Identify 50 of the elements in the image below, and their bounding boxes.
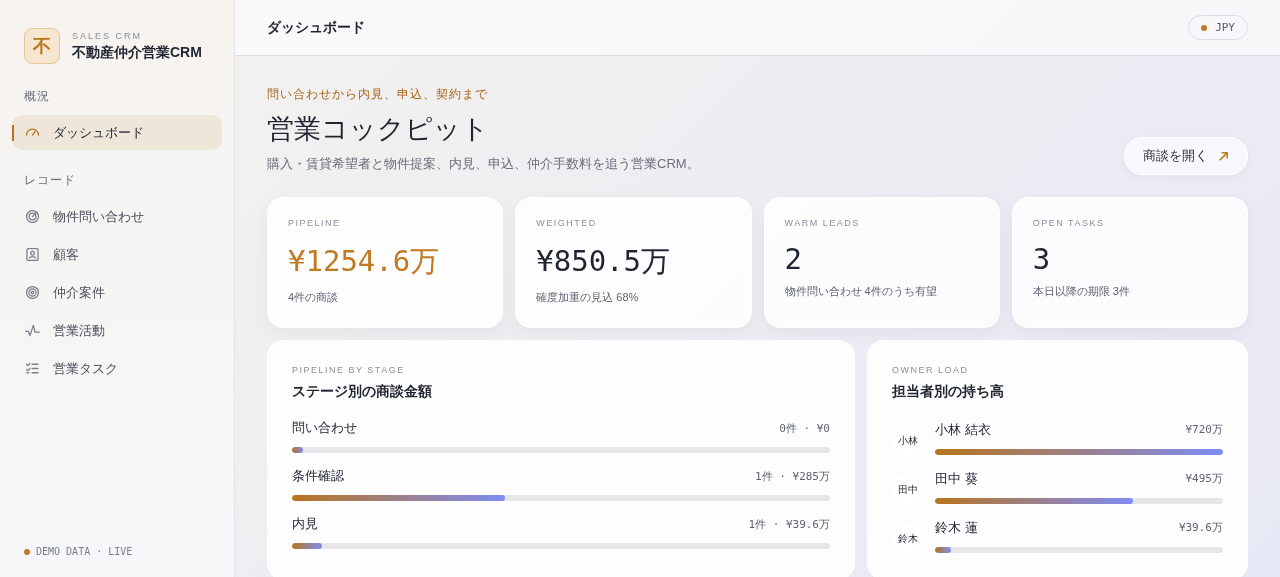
stage-reading: 1件 · ¥39.6万 xyxy=(748,516,830,532)
stat-label: WEIGHTED xyxy=(536,218,598,228)
page-title: ダッシュボード xyxy=(267,18,365,37)
owner-name: 鈴木 蓮 xyxy=(935,518,978,537)
nav-item[interactable]: 営業タスク xyxy=(12,351,222,386)
stat-note: 本日以降の期限 3件 xyxy=(1032,284,1131,299)
nav-item[interactable]: 営業活動 xyxy=(12,313,222,348)
panel-eyebrow: PIPELINE BY STAGE xyxy=(292,365,406,375)
stat-label: PIPELINE xyxy=(288,218,342,228)
stage-reading: 1件 · ¥285万 xyxy=(755,468,830,484)
stage-name: 条件確認 xyxy=(292,467,344,485)
stat-note: 4件の商談 xyxy=(288,290,340,305)
stat-value: 2 xyxy=(784,242,803,276)
status-dot xyxy=(24,548,30,555)
pulse-icon xyxy=(24,322,41,339)
status-label: DEMO DATA · LIVE xyxy=(36,546,133,557)
stage-name: 問い合わせ xyxy=(292,419,357,437)
nav-item[interactable]: 物件問い合わせ xyxy=(12,199,222,234)
nav-item[interactable]: 顧客 xyxy=(12,237,222,272)
hero-title: 営業コックピット xyxy=(267,113,490,146)
stage-reading: 0件 · ¥0 xyxy=(779,420,830,436)
owner-reading: ¥39.6万 xyxy=(1178,520,1223,535)
panel-title: 担当者別の持ち高 xyxy=(892,383,1005,401)
stat-value: ¥1254.6万 xyxy=(288,243,441,280)
owner-reading: ¥495万 xyxy=(1185,471,1223,486)
id-card-icon xyxy=(24,246,41,263)
stat-note: 物件問い合わせ 4件のうち有望 xyxy=(784,284,938,299)
panel-eyebrow: OWNER LOAD xyxy=(892,365,970,375)
stage-name: 内見 xyxy=(292,515,318,533)
owner-reading: ¥720万 xyxy=(1185,422,1223,437)
panel-title: ステージ別の商談金額 xyxy=(292,383,433,401)
hero-eyebrow: 問い合わせから内見、申込、契約まで xyxy=(267,86,489,103)
nav-section-label: 概況 xyxy=(23,88,51,105)
owner-name: 小林 結衣 xyxy=(935,420,991,439)
stat-label: WARM LEADS xyxy=(784,218,861,228)
arrow-icon xyxy=(1218,150,1229,162)
app-name: 不動産仲介営業CRM xyxy=(72,43,202,62)
stat-note: 確度加重の見込 68% xyxy=(536,290,640,305)
target-icon xyxy=(24,284,41,301)
stat-label: OPEN TASKS xyxy=(1032,218,1106,228)
brand-eyebrow: SALES CRM xyxy=(72,30,143,41)
nav-section-label: レコード xyxy=(23,172,77,189)
open-deals-button[interactable]: 商談を開く xyxy=(1124,137,1248,175)
nav-item[interactable]: 仲介案件 xyxy=(12,275,222,310)
owner-name: 田中 葵 xyxy=(935,469,978,488)
hero-subtitle: 購入・賃貸希望者と物件提案、内見、申込、仲介手数料を追う営業CRM。 xyxy=(267,155,700,173)
app-logo: 不 xyxy=(24,28,60,64)
stat-value: ¥850.5万 xyxy=(536,243,671,280)
stat-value: 3 xyxy=(1032,242,1052,276)
nav-item[interactable]: ダッシュボード xyxy=(12,115,222,150)
